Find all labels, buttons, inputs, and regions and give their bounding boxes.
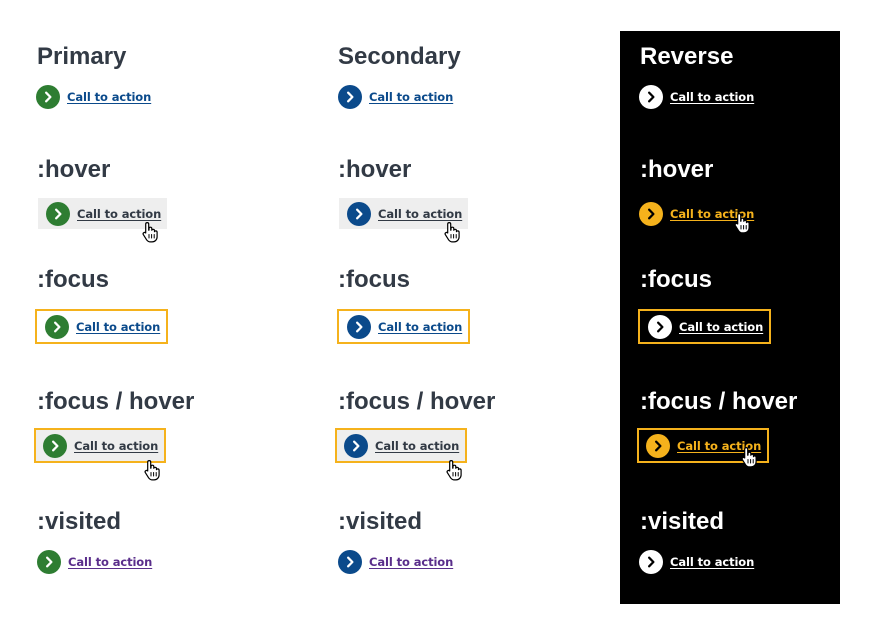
cta-label: Call to action	[74, 438, 159, 453]
cta-label: Call to action	[375, 438, 460, 453]
column-title: Reverse	[640, 43, 734, 70]
primary-column: Primary Call to action :hover Call to ac…	[0, 0, 300, 636]
cta-label: Call to action	[378, 319, 463, 334]
chevron-right-icon	[639, 85, 663, 109]
cta-link-focus-hover[interactable]: Call to action	[34, 428, 167, 463]
cta-label: Call to action	[677, 438, 762, 453]
column-title: Secondary	[338, 43, 461, 70]
state-heading-visited: :visited	[640, 508, 725, 535]
chevron-right-icon	[648, 314, 672, 339]
cta-link-hover[interactable]: Call to action	[639, 202, 754, 226]
state-heading-focus: :focus	[37, 266, 109, 293]
cta-link-visited[interactable]: Call to action	[338, 550, 453, 574]
chevron-right-icon	[46, 201, 70, 226]
state-heading-visited: :visited	[338, 508, 423, 535]
cta-label: Call to action	[76, 319, 161, 334]
cta-link-focus-hover[interactable]: Call to action	[335, 428, 468, 463]
chevron-right-icon	[338, 550, 362, 574]
cta-link-default[interactable]: Call to action	[36, 85, 151, 109]
cta-link-visited[interactable]: Call to action	[37, 550, 152, 574]
cta-link-focus[interactable]: Call to action	[35, 309, 169, 344]
cta-link-default[interactable]: Call to action	[639, 85, 754, 109]
cta-link-visited[interactable]: Call to action	[639, 550, 754, 574]
cta-label: Call to action	[369, 90, 454, 104]
state-heading-hover: :hover	[37, 156, 111, 183]
secondary-column: Secondary Call to action :hover Call to …	[302, 0, 602, 636]
cta-label: Call to action	[369, 555, 454, 569]
chevron-right-icon	[639, 202, 663, 226]
cta-label: Call to action	[378, 206, 463, 221]
chevron-right-icon	[37, 550, 61, 574]
cta-label: Call to action	[670, 207, 755, 221]
cta-label: Call to action	[68, 555, 153, 569]
state-heading-hover: :hover	[640, 156, 714, 183]
cta-link-default[interactable]: Call to action	[338, 85, 453, 109]
chevron-right-icon	[43, 433, 67, 458]
column-title: Primary	[37, 43, 127, 70]
cta-label: Call to action	[670, 555, 755, 569]
state-heading-hover: :hover	[338, 156, 412, 183]
cta-link-focus[interactable]: Call to action	[337, 309, 471, 344]
cta-label: Call to action	[67, 90, 152, 104]
state-heading-focus: :focus	[338, 266, 410, 293]
chevron-right-icon	[646, 433, 670, 458]
state-heading-focus-hover: :focus / hover	[37, 388, 195, 415]
state-heading-focus: :focus	[640, 266, 712, 293]
chevron-right-icon	[347, 314, 371, 339]
chevron-right-icon	[338, 85, 362, 109]
cta-label: Call to action	[679, 319, 764, 334]
state-heading-visited: :visited	[37, 508, 122, 535]
cta-label: Call to action	[670, 90, 755, 104]
chevron-right-icon	[45, 314, 69, 339]
cta-link-focus[interactable]: Call to action	[638, 309, 772, 344]
chevron-right-icon	[36, 85, 60, 109]
chevron-right-icon	[344, 433, 368, 458]
chevron-right-icon	[347, 201, 371, 226]
reverse-column: Reverse Call to action :hover Call to ac…	[620, 31, 840, 604]
cta-link-focus-hover[interactable]: Call to action	[637, 428, 770, 463]
cta-label: Call to action	[77, 206, 162, 221]
state-heading-focus-hover: :focus / hover	[640, 388, 798, 415]
state-heading-focus-hover: :focus / hover	[338, 388, 496, 415]
cta-link-hover[interactable]: Call to action	[38, 198, 168, 229]
cta-link-hover[interactable]: Call to action	[339, 198, 469, 229]
chevron-right-icon	[639, 550, 663, 574]
